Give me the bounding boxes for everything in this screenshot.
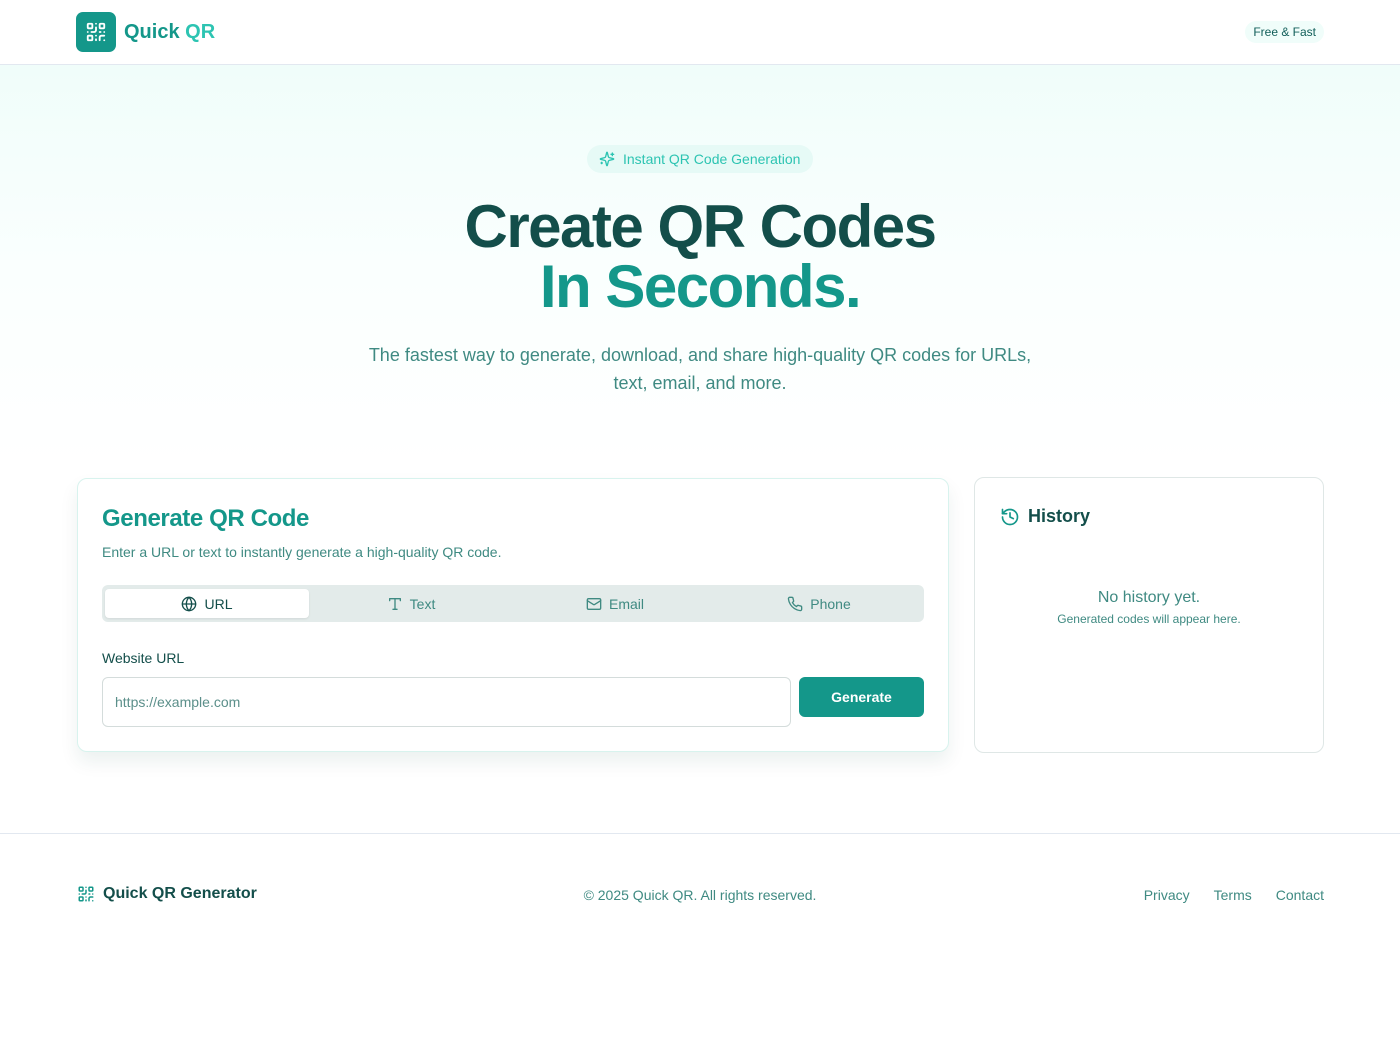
phone-icon <box>787 596 803 611</box>
terms-link[interactable]: Terms <box>1214 887 1252 903</box>
free-badge: Free & Fast <box>1245 21 1324 43</box>
tab-url-label: URL <box>204 595 233 612</box>
hero-title-line2: In Seconds. <box>539 253 862 320</box>
footer-links: Privacy Terms Contact <box>1120 887 1324 903</box>
brand-name-prefix: Quick <box>124 20 180 43</box>
history-icon <box>1001 508 1019 525</box>
hero-subtitle: The fastest way to generate, download, a… <box>368 345 1032 393</box>
brand-name-accent: QR <box>185 20 216 43</box>
tab-phone[interactable]: Phone <box>717 589 921 618</box>
site-header: Quick QR Free & Fast <box>0 0 1400 65</box>
tab-url[interactable]: URL <box>105 589 309 618</box>
history-empty-message: No history yet. <box>1097 589 1201 606</box>
url-input[interactable] <box>102 677 791 727</box>
text-icon <box>388 597 401 610</box>
tab-phone-label: Phone <box>810 595 851 612</box>
globe-icon <box>182 596 197 611</box>
hero-pill-label: Instant QR Code Generation <box>623 151 801 167</box>
hero-title-line1: Create QR Codes <box>464 193 937 260</box>
qr-code-icon <box>76 12 116 52</box>
tab-email-label: Email <box>608 595 644 612</box>
hero-title: Create QR Codes In Seconds. <box>0 197 1400 317</box>
generator-card: Generate QR Code Enter a URL or text to … <box>77 478 949 752</box>
hero-pill: Instant QR Code Generation <box>587 145 813 173</box>
sparkles-icon <box>599 151 615 167</box>
history-hint: Generated codes will appear here. <box>1057 612 1241 626</box>
generate-button[interactable]: Generate <box>799 677 924 717</box>
site-footer: Quick QR Generator © 2025 Quick QR. All … <box>0 833 1400 1050</box>
contact-link[interactable]: Contact <box>1276 887 1324 903</box>
website-url-label: Website URL <box>102 650 185 666</box>
tab-text[interactable]: Text <box>309 589 513 618</box>
input-type-tabs: URL Text Email Phone <box>102 585 924 622</box>
brand-name: Quick QR <box>124 21 215 44</box>
brand[interactable]: Quick QR <box>76 12 215 52</box>
generator-title: Generate QR Code <box>102 505 309 532</box>
privacy-link[interactable]: Privacy <box>1144 887 1190 903</box>
mail-icon <box>586 597 602 610</box>
history-panel: History No history yet. Generated codes … <box>974 477 1324 753</box>
history-header: History <box>1000 506 1090 527</box>
tab-email[interactable]: Email <box>513 589 717 618</box>
hero-section: Instant QR Code Generation Create QR Cod… <box>0 65 1400 465</box>
history-title: History <box>1028 506 1091 526</box>
tab-text-label: Text <box>409 595 436 612</box>
generator-description: Enter a URL or text to instantly generat… <box>102 544 502 560</box>
